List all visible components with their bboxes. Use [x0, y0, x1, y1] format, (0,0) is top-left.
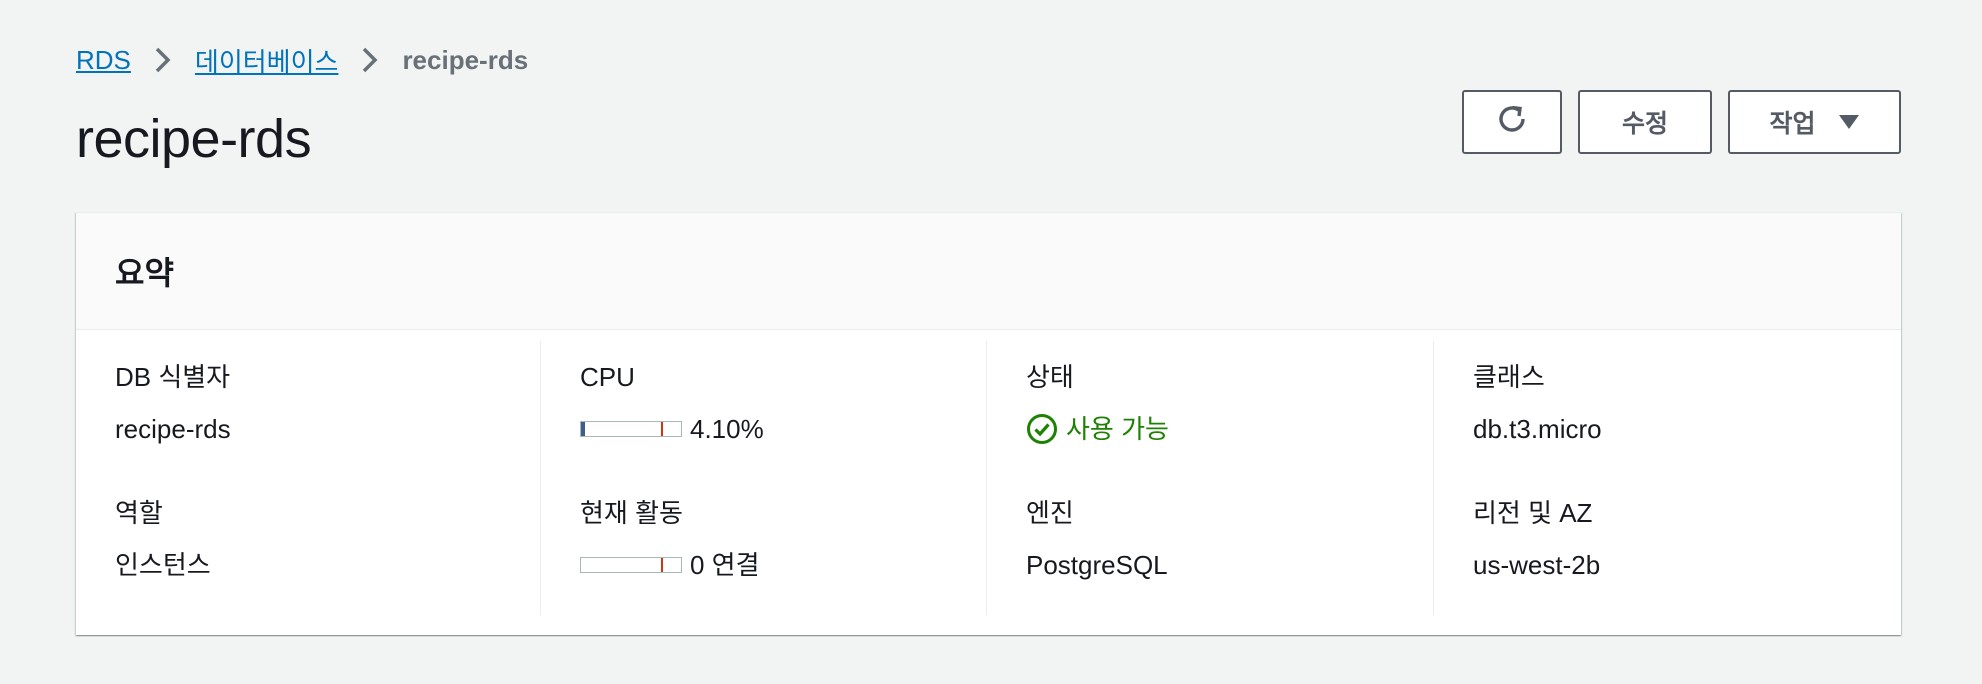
- check-circle-icon: [1026, 413, 1058, 445]
- breadcrumb-current: recipe-rds: [402, 44, 529, 75]
- header-actions: 수정 작업: [1462, 90, 1901, 154]
- edit-button[interactable]: 수정: [1578, 90, 1712, 154]
- cpu-value: 4.10%: [690, 414, 764, 444]
- cpu-meter: [580, 421, 682, 437]
- chevron-right-icon: [338, 42, 402, 78]
- breadcrumb-databases-link[interactable]: 데이터베이스: [195, 42, 339, 79]
- status-field: 상태 사용 가능: [1026, 341, 1433, 477]
- status-label: 상태: [1026, 362, 1074, 392]
- role-label: 역할: [115, 498, 163, 528]
- status-value: 사용 가능: [1066, 414, 1169, 444]
- current-activity-value: 0 연결: [690, 550, 760, 580]
- current-activity-field: 현재 활동 0 연결: [580, 477, 986, 613]
- status-value-row: 사용 가능: [1026, 411, 1433, 447]
- actions-dropdown-button[interactable]: 작업: [1728, 90, 1901, 154]
- connections-meter-threshold: [661, 558, 663, 572]
- current-activity-label: 현재 활동: [580, 498, 683, 528]
- summary-column-3: 상태 사용 가능 엔진 PostgreSQL: [986, 341, 1433, 615]
- role-value: 인스턴스: [115, 550, 211, 580]
- current-activity-value-row: 0 연결: [580, 547, 986, 583]
- refresh-icon: [1495, 102, 1529, 143]
- db-identifier-field: DB 식별자 recipe-rds: [115, 341, 540, 477]
- region-az-value: us-west-2b: [1473, 550, 1601, 580]
- cpu-value-row: 4.10%: [580, 411, 986, 447]
- class-field: 클래스 db.t3.micro: [1473, 341, 1901, 477]
- summary-card: 요약 DB 식별자 recipe-rds 역할 인스턴스 CPU 4.10% 현…: [76, 212, 1901, 635]
- cpu-meter-threshold: [661, 422, 663, 436]
- caret-down-icon: [1838, 108, 1860, 137]
- region-az-field: 리전 및 AZ us-west-2b: [1473, 477, 1901, 613]
- rds-database-detail-page: RDS 데이터베이스 recipe-rds recipe-rds 수정 작업 요…: [0, 0, 1982, 684]
- summary-column-2: CPU 4.10% 현재 활동 0 연결: [540, 341, 986, 615]
- summary-column-4: 클래스 db.t3.micro 리전 및 AZ us-west-2b: [1433, 341, 1901, 615]
- summary-columns: DB 식별자 recipe-rds 역할 인스턴스 CPU 4.10% 현재 활…: [76, 330, 1901, 615]
- role-field: 역할 인스턴스: [115, 477, 540, 613]
- class-label: 클래스: [1473, 362, 1545, 392]
- refresh-button[interactable]: [1462, 90, 1562, 154]
- cpu-label: CPU: [580, 362, 635, 392]
- summary-card-header: 요약: [76, 213, 1901, 330]
- engine-label: 엔진: [1026, 498, 1074, 528]
- cpu-field: CPU 4.10%: [580, 341, 986, 477]
- engine-field: 엔진 PostgreSQL: [1026, 477, 1433, 613]
- breadcrumb: RDS 데이터베이스 recipe-rds: [76, 42, 528, 78]
- connections-meter: [580, 557, 682, 573]
- db-identifier-label: DB 식별자: [115, 362, 231, 392]
- cpu-meter-fill: [581, 422, 585, 436]
- engine-value: PostgreSQL: [1026, 550, 1168, 580]
- actions-label: 작업: [1769, 110, 1816, 138]
- db-identifier-value: recipe-rds: [115, 414, 231, 444]
- class-value: db.t3.micro: [1473, 414, 1602, 444]
- summary-title: 요약: [115, 255, 174, 291]
- chevron-right-icon: [131, 42, 195, 78]
- breadcrumb-rds-link[interactable]: RDS: [76, 45, 131, 76]
- region-az-label: 리전 및 AZ: [1473, 498, 1593, 528]
- page-title: recipe-rds: [76, 109, 312, 169]
- summary-column-1: DB 식별자 recipe-rds 역할 인스턴스: [76, 341, 540, 615]
